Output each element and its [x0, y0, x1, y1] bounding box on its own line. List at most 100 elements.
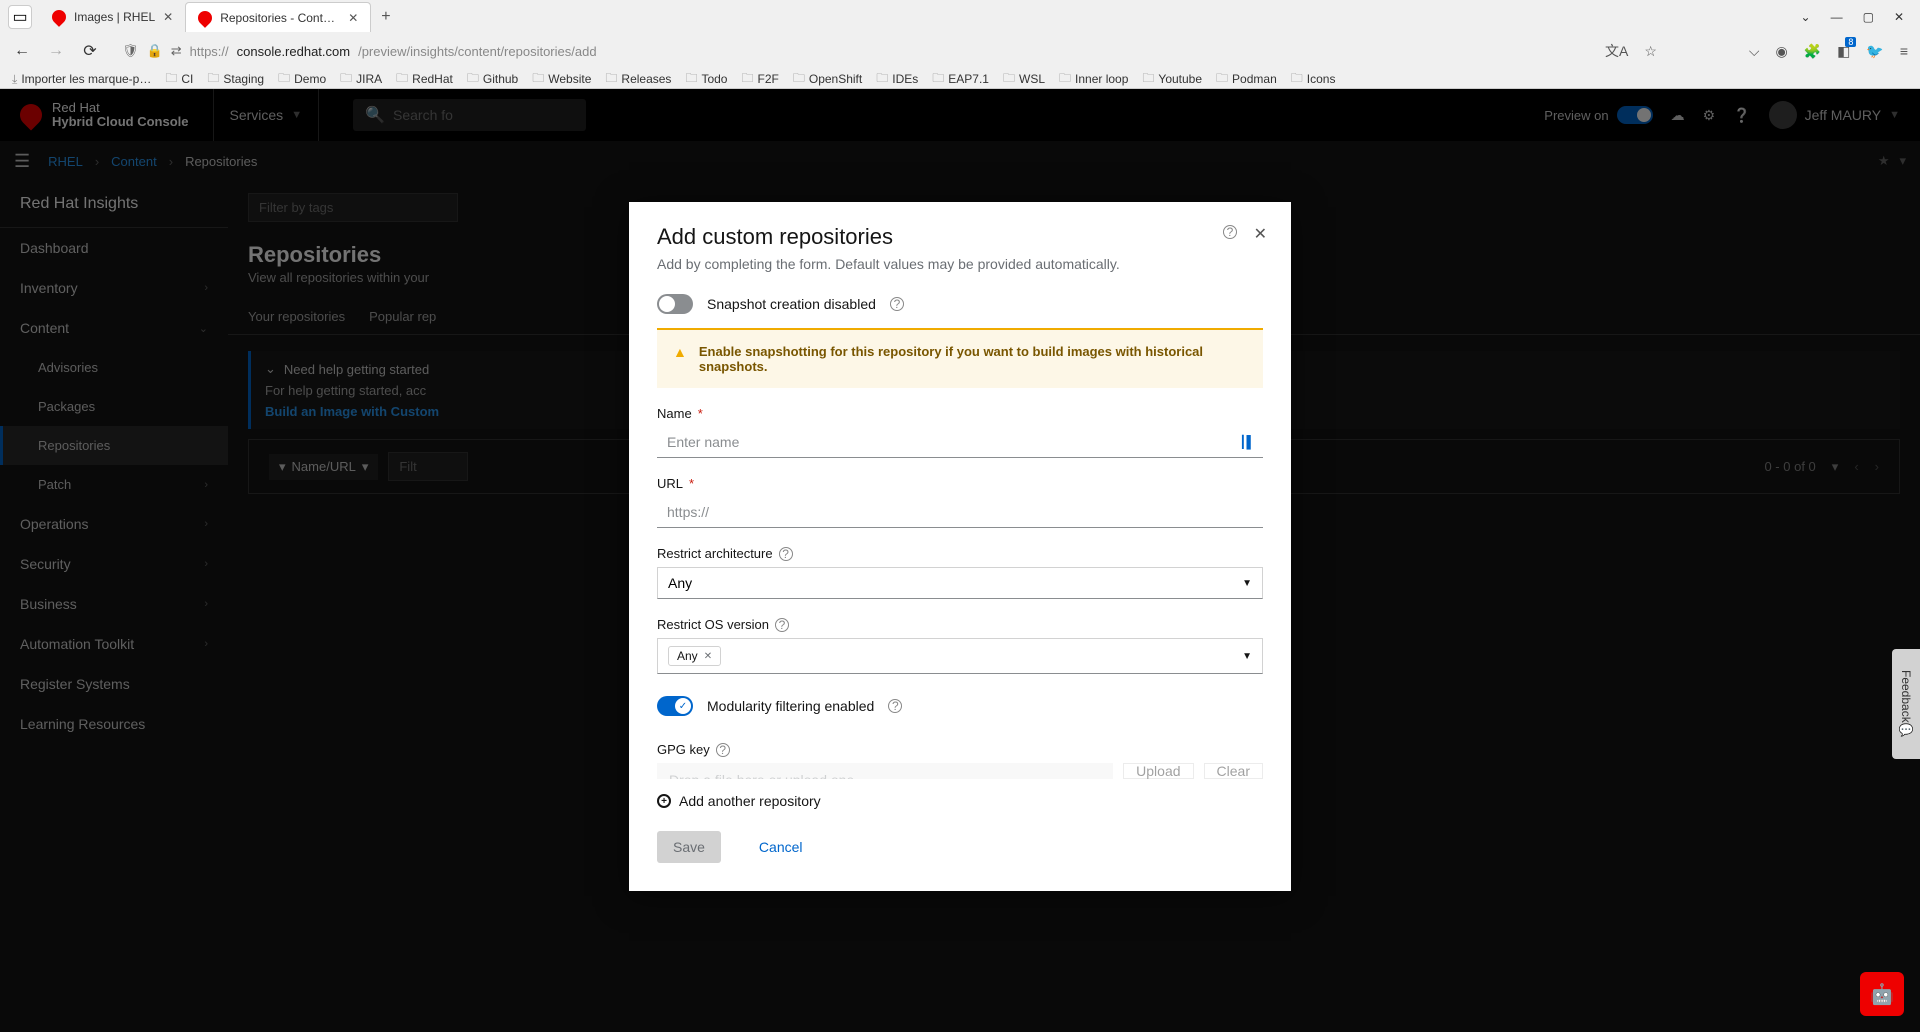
- name-label: Name: [657, 406, 692, 421]
- star-icon[interactable]: ☆: [1644, 43, 1657, 60]
- chat-fab[interactable]: 🤖: [1860, 972, 1904, 1016]
- pocket-icon[interactable]: ⌵: [1749, 43, 1760, 60]
- gpg-dropzone[interactable]: Drop a file here or upload one: [657, 763, 1113, 779]
- url-input[interactable]: [657, 497, 1263, 528]
- bookmark-folder[interactable]: 🗀Todo: [685, 69, 727, 90]
- bookmark-folder[interactable]: 🗀Podman: [1216, 69, 1277, 90]
- folder-icon: 🗀: [1216, 69, 1228, 90]
- feedback-tab[interactable]: Feedback 💬: [1892, 649, 1920, 759]
- minimize-icon[interactable]: —: [1831, 10, 1843, 24]
- modal-body: Snapshot creation disabled ? ▲ Enable sn…: [629, 290, 1291, 779]
- help-icon[interactable]: ?: [716, 743, 730, 757]
- folder-icon: 🗀: [1059, 69, 1071, 90]
- folder-icon: 🗀: [532, 69, 544, 90]
- help-icon[interactable]: ?: [888, 699, 902, 713]
- modularity-toggle[interactable]: ✓: [657, 696, 693, 716]
- folder-icon: 🗀: [793, 69, 805, 90]
- browser-tab-images[interactable]: Images | RHEL ✕: [40, 2, 185, 32]
- import-icon: ⤓: [12, 72, 17, 87]
- bookmark-folder[interactable]: 🗀F2F: [741, 69, 778, 90]
- remove-chip-icon[interactable]: ✕: [704, 651, 712, 662]
- chevron-down-icon[interactable]: ⌄: [1801, 10, 1811, 24]
- bookmark-folder[interactable]: 🗀Releases: [605, 69, 671, 90]
- bookmark-folder[interactable]: 🗀EAP7.1: [932, 69, 989, 90]
- help-icon[interactable]: ?: [890, 297, 904, 311]
- help-icon[interactable]: ?: [1223, 225, 1237, 239]
- snapshot-toggle[interactable]: [657, 294, 693, 314]
- folder-icon: 🗀: [340, 69, 352, 90]
- bookmark-folder[interactable]: 🗀Website: [532, 69, 591, 90]
- bookmark-folder[interactable]: 🗀WSL: [1003, 69, 1045, 90]
- required-icon: *: [698, 406, 703, 421]
- app-root: Red Hat Hybrid Cloud Console Services ▼ …: [0, 89, 1920, 1032]
- folder-icon: 🗀: [396, 69, 408, 90]
- folder-icon: 🗀: [1003, 69, 1015, 90]
- select-value: Any: [668, 575, 692, 591]
- os-version-select[interactable]: Any✕ ▼: [657, 638, 1263, 674]
- form-group-architecture: Restrict architecture? Any ▼: [657, 546, 1263, 599]
- cancel-button[interactable]: Cancel: [743, 831, 819, 863]
- bookmark-folder[interactable]: 🗀IDEs: [876, 69, 918, 90]
- gpg-label: GPG key: [657, 742, 710, 757]
- modularity-label: Modularity filtering enabled: [707, 698, 874, 714]
- upload-button[interactable]: Upload: [1123, 763, 1193, 779]
- help-icon[interactable]: ?: [775, 618, 789, 632]
- bookmark-folder[interactable]: 🗀Staging: [207, 69, 264, 90]
- close-icon[interactable]: ✕: [1254, 224, 1267, 244]
- tab-title: Images | RHEL: [74, 10, 155, 24]
- browser-tab-repositories[interactable]: Repositories - Content | RHEL ✕: [185, 2, 371, 32]
- window-close-icon[interactable]: ✕: [1894, 10, 1904, 24]
- clear-button[interactable]: Clear: [1204, 763, 1263, 779]
- window-controls: ⌄ — ▢ ✕: [1801, 10, 1920, 24]
- new-tab-button[interactable]: +: [371, 8, 400, 26]
- folder-icon: 🗀: [165, 69, 177, 90]
- account-icon[interactable]: ◉: [1776, 43, 1788, 60]
- modal-title: Add custom repositories: [657, 224, 1263, 250]
- tab-bar: ▭ Images | RHEL ✕ Repositories - Content…: [0, 0, 1920, 34]
- snapshot-toggle-row: Snapshot creation disabled ?: [657, 290, 1263, 328]
- name-input[interactable]: [657, 427, 1263, 458]
- redhat-favicon: [195, 8, 215, 28]
- close-icon[interactable]: ✕: [163, 10, 173, 24]
- lock-icon: 🔒: [147, 43, 163, 59]
- chevron-down-icon: ▼: [1242, 578, 1252, 589]
- menu-icon[interactable]: ≡: [1900, 43, 1908, 59]
- bookmark-import[interactable]: ⤓Importer les marque-p…: [12, 72, 151, 87]
- save-button[interactable]: Save: [657, 831, 721, 863]
- bookmark-folder[interactable]: 🗀Youtube: [1142, 69, 1202, 90]
- shield-icon: 🛡: [122, 43, 139, 59]
- architecture-select[interactable]: Any ▼: [657, 567, 1263, 599]
- recent-tabs-icon[interactable]: ▭: [8, 5, 32, 29]
- folder-icon: 🗀: [685, 69, 697, 90]
- add-another-repository[interactable]: + Add another repository: [629, 779, 1291, 809]
- bookmark-folder[interactable]: 🗀Icons: [1291, 69, 1336, 90]
- bookmark-folder[interactable]: 🗀RedHat: [396, 69, 453, 90]
- extension-badge-icon[interactable]: ◧8: [1837, 43, 1850, 60]
- add-repository-modal: Add custom repositories ? ✕ Add by compl…: [629, 202, 1291, 891]
- form-group-os-version: Restrict OS version? Any✕ ▼: [657, 617, 1263, 674]
- required-icon: *: [689, 476, 694, 491]
- os-chip[interactable]: Any✕: [668, 646, 721, 666]
- extensions-icon[interactable]: 🧩: [1804, 43, 1821, 60]
- bookmark-folder[interactable]: 🗀Github: [467, 69, 518, 90]
- help-icon[interactable]: ?: [779, 547, 793, 561]
- folder-icon: 🗀: [741, 69, 753, 90]
- maximize-icon[interactable]: ▢: [1863, 10, 1874, 24]
- twitter-icon[interactable]: 🐦: [1866, 43, 1883, 60]
- bookmark-folder[interactable]: 🗀JIRA: [340, 69, 382, 90]
- folder-icon: 🗀: [467, 69, 479, 90]
- snapshot-label: Snapshot creation disabled: [707, 296, 876, 312]
- url-bar[interactable]: 🛡 🔒 ⇄ https://console.redhat.com/preview…: [114, 37, 1591, 65]
- modal-footer: Save Cancel: [629, 809, 1291, 891]
- folder-icon: 🗀: [1142, 69, 1154, 90]
- bookmark-folder[interactable]: 🗀CI: [165, 69, 193, 90]
- url-path: /preview/insights/content/repositories/a…: [358, 44, 596, 59]
- back-button[interactable]: ←: [12, 42, 32, 60]
- toolbar-right: 文A ☆ ⌵ ◉ 🧩 ◧8 🐦 ≡: [1605, 41, 1908, 61]
- bookmark-folder[interactable]: 🗀Demo: [278, 69, 326, 90]
- bookmark-folder[interactable]: 🗀OpenShift: [793, 69, 862, 90]
- reload-button[interactable]: ⟳: [80, 41, 100, 61]
- translate-icon[interactable]: 文A: [1605, 41, 1628, 61]
- close-icon[interactable]: ✕: [348, 11, 358, 25]
- bookmark-folder[interactable]: 🗀Inner loop: [1059, 69, 1128, 90]
